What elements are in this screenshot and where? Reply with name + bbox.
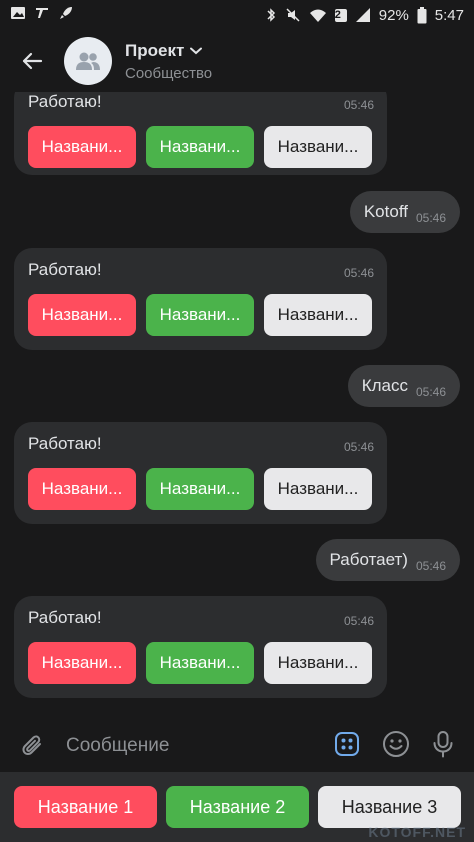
airplane-icon — [34, 5, 50, 25]
message-composer: Сообщение — [0, 722, 474, 770]
inline-button-3[interactable]: Названи... — [264, 294, 372, 336]
smile-icon — [383, 730, 409, 757]
sim-badge: 2 — [334, 8, 347, 22]
inline-button-3[interactable]: Названи... — [264, 468, 372, 510]
chat-header: Проект Сообщество — [0, 30, 474, 92]
keyboard-button-1[interactable]: Название 1 — [14, 786, 157, 828]
status-right: 2 92% 5:47 — [265, 6, 464, 24]
bot-keyboard-button[interactable] — [334, 731, 360, 762]
message-text: Работаю! — [28, 260, 102, 279]
status-bar: 2 92% 5:47 — [0, 0, 474, 30]
rocket-icon — [58, 5, 74, 25]
inline-keyboard: Названи... Названи... Названи... — [28, 294, 372, 336]
incoming-message: Работаю! 05:46 Названи... Названи... Наз… — [14, 248, 387, 350]
voice-button[interactable] — [432, 730, 454, 763]
page-title: Проект — [125, 40, 185, 60]
incoming-message: Работаю! 05:46 Названи... Названи... Наз… — [14, 92, 387, 175]
message-text: Класс — [361, 376, 408, 395]
inline-button-2[interactable]: Названи... — [146, 294, 254, 336]
arrow-left-icon — [22, 52, 43, 70]
keyboard-icon — [335, 731, 359, 756]
outgoing-message: Класс 05:46 — [347, 365, 460, 407]
bot-keyboard: Название 1 Название 2 Название 3 KOTOFF.… — [0, 772, 474, 842]
inline-button-1[interactable]: Названи... — [28, 126, 136, 168]
message-text: Работаю! — [28, 608, 102, 627]
battery-percent: 92% — [378, 6, 409, 24]
message-input[interactable]: Сообщение — [66, 735, 334, 757]
message-time: 05:46 — [415, 211, 446, 225]
inline-button-2[interactable]: Названи... — [146, 126, 254, 168]
inline-button-3[interactable]: Названи... — [264, 642, 372, 684]
keyboard-button-2[interactable]: Название 2 — [166, 786, 309, 828]
message-text: Работаю! — [28, 92, 102, 111]
outgoing-message: Работает) 05:46 — [315, 539, 460, 581]
header-title-block[interactable]: Проект Сообщество — [125, 41, 212, 82]
inline-keyboard: Названи... Названи... Названи... — [28, 126, 372, 168]
message-time: 05:46 — [343, 614, 374, 628]
message-text: Kotoff — [363, 202, 408, 221]
chevron-down-icon — [190, 47, 203, 54]
bluetooth-icon — [265, 7, 277, 23]
wifi-icon — [309, 7, 327, 23]
battery-icon — [417, 6, 427, 24]
incoming-message: Работаю! 05:46 Названи... Названи... Наз… — [14, 422, 387, 524]
page-subtitle: Сообщество — [125, 64, 213, 82]
inline-button-2[interactable]: Названи... — [146, 468, 254, 510]
inline-button-3[interactable]: Названи... — [264, 126, 372, 168]
message-text: Работаю! — [28, 434, 102, 453]
inline-keyboard: Названи... Названи... Названи... — [28, 642, 372, 684]
inline-button-1[interactable]: Названи... — [28, 294, 136, 336]
status-left — [10, 5, 74, 25]
back-button[interactable] — [0, 30, 64, 92]
mute-icon — [285, 7, 301, 23]
watermark: KOTOFF.NET — [368, 824, 466, 840]
signal-icon — [355, 7, 371, 23]
gallery-icon — [10, 5, 26, 25]
message-time: 05:46 — [415, 385, 446, 399]
outgoing-message: Kotoff 05:46 — [349, 191, 460, 233]
message-list[interactable]: Работаю! 05:46 Названи... Названи... Наз… — [0, 92, 474, 724]
emoji-button[interactable] — [382, 730, 410, 763]
attach-button[interactable] — [0, 733, 66, 759]
inline-keyboard: Названи... Названи... Названи... — [28, 468, 372, 510]
message-time: 05:46 — [343, 266, 374, 280]
inline-button-1[interactable]: Названи... — [28, 642, 136, 684]
message-time: 05:46 — [343, 440, 374, 454]
message-time: 05:46 — [415, 559, 446, 573]
users-icon — [76, 52, 100, 70]
message-time: 05:46 — [343, 98, 374, 112]
inline-button-1[interactable]: Названи... — [28, 468, 136, 510]
inline-button-2[interactable]: Названи... — [146, 642, 254, 684]
microphone-icon — [433, 730, 453, 757]
message-text: Работает) — [329, 550, 408, 569]
incoming-message: Работаю! 05:46 Названи... Названи... Наз… — [14, 596, 387, 698]
clock: 5:47 — [434, 6, 464, 24]
keyboard-button-3[interactable]: Название 3 — [318, 786, 461, 828]
avatar[interactable] — [64, 37, 112, 85]
paperclip-icon — [22, 735, 41, 756]
